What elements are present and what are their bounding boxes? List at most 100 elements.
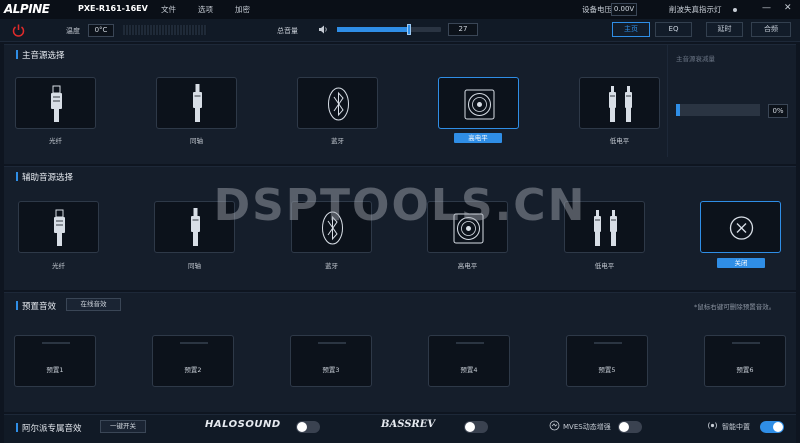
main-label-speaker[interactable]: 高电平	[454, 133, 502, 143]
temperature-label: 温度	[66, 27, 80, 35]
tab-eq[interactable]: EQ	[655, 22, 692, 37]
menu-file[interactable]: 文件	[161, 4, 176, 15]
preset-card[interactable]: 预置3	[290, 335, 372, 387]
main-label-bluetooth: 蓝牙	[331, 137, 344, 145]
presets-panel	[4, 292, 796, 412]
main-source-title: 主音源选择	[16, 50, 65, 61]
master-volume-slider[interactable]	[337, 24, 441, 35]
volume-knob[interactable]	[406, 24, 411, 35]
smart-center-toggle[interactable]	[760, 421, 784, 433]
preset-card[interactable]: 预置2	[152, 335, 234, 387]
device-voltage-label: 设备电压	[582, 5, 612, 14]
main-card-fiber-optic[interactable]	[15, 77, 96, 129]
tab-crossover[interactable]: 合频	[751, 22, 791, 37]
attenuation-slider[interactable]	[676, 104, 760, 116]
main-card-speaker[interactable]	[438, 77, 519, 129]
temperature-value: 0°C	[88, 24, 114, 37]
aux-card-fiber-optic[interactable]	[18, 201, 99, 253]
main-card-coaxial[interactable]	[156, 77, 237, 129]
close-button[interactable]: ✕	[784, 3, 792, 13]
aux-card-bluetooth[interactable]	[291, 201, 372, 253]
preset-indicator	[180, 342, 208, 344]
rca-icon	[594, 210, 617, 246]
preset-card[interactable]: 预置5	[566, 335, 648, 387]
main-card-rca[interactable]	[579, 77, 660, 129]
device-model: PXE-R161-16EV	[78, 4, 148, 13]
menu-options[interactable]: 选项	[198, 4, 213, 15]
mves-toggle[interactable]	[618, 421, 642, 433]
preset-card[interactable]: 预置1	[14, 335, 96, 387]
aux-card-speaker[interactable]	[427, 201, 508, 253]
attenuation-label: 主音源衰减量	[676, 55, 715, 63]
divider	[667, 45, 668, 157]
master-volume-label: 总音量	[277, 27, 298, 35]
clip-indicator-icon	[733, 8, 737, 12]
preset-indicator	[42, 342, 70, 344]
mves-icon	[549, 420, 560, 431]
bassrev-toggle[interactable]	[464, 421, 488, 433]
volume-fill	[337, 27, 409, 32]
coaxial-icon	[191, 208, 200, 246]
preset-card[interactable]: 预置4	[428, 335, 510, 387]
preset-label: 预置5	[598, 366, 616, 374]
menu-encrypt[interactable]: 加密	[235, 4, 250, 15]
coaxial-icon	[193, 84, 202, 122]
toggle-knob	[465, 422, 475, 432]
attenuation-knob[interactable]	[676, 104, 680, 116]
aux-label-coaxial: 同轴	[188, 262, 201, 270]
aux-label-fiber-optic: 光纤	[52, 262, 65, 270]
main-card-bluetooth[interactable]	[297, 77, 378, 129]
main-label-coaxial: 同轴	[190, 137, 203, 145]
alpine-effects-title: 阿尔派专属音效	[16, 423, 82, 434]
preset-indicator	[732, 342, 760, 344]
halosound-logo: HALOSOUND	[205, 419, 281, 430]
speaker-volume-icon[interactable]	[318, 24, 329, 35]
halosound-toggle[interactable]	[296, 421, 320, 433]
fiber-optic-icon	[51, 85, 62, 122]
bluetooth-icon	[328, 87, 349, 121]
preset-indicator	[456, 342, 484, 344]
preset-indicator	[594, 342, 622, 344]
aux-source-title: 辅助音源选择	[15, 172, 74, 183]
fiber-optic-icon	[54, 209, 65, 246]
aux-source-panel	[4, 166, 796, 290]
main-label-rca: 低电平	[609, 137, 630, 145]
tab-delay[interactable]: 延时	[706, 22, 743, 37]
presets-hint: *鼠标右键可删除预置音效。	[694, 303, 776, 311]
one-key-toggle-button[interactable]: 一键开关	[100, 420, 146, 433]
speaker-icon	[453, 213, 484, 244]
aux-label-bluetooth: 蓝牙	[325, 262, 338, 270]
aux-source-off[interactable]	[700, 201, 781, 253]
alpine-logo: ALPINE	[4, 2, 50, 16]
aux-label-rca: 低电平	[594, 262, 615, 270]
power-icon[interactable]	[11, 23, 26, 38]
device-voltage-value: 0.00V	[611, 3, 637, 16]
bluetooth-icon	[322, 211, 343, 245]
preset-label: 预置6	[736, 366, 754, 374]
preset-label: 预置2	[184, 366, 202, 374]
close-circle-icon	[729, 216, 754, 240]
rca-icon	[609, 86, 632, 122]
toggle-knob	[619, 422, 629, 432]
main-label-fiber-optic: 光纤	[49, 137, 62, 145]
bassrev-logo: BASSREV	[381, 419, 436, 430]
preset-label: 预置1	[46, 366, 64, 374]
preset-card[interactable]: 预置6	[704, 335, 786, 387]
temperature-meter	[123, 25, 207, 35]
aux-card-rca[interactable]	[564, 201, 645, 253]
toggle-knob	[773, 422, 783, 432]
mves-label: MVES动态增强	[563, 423, 611, 431]
presets-title: 预置音效	[15, 301, 57, 312]
speaker-icon	[464, 89, 495, 120]
online-effects-button[interactable]: 在线音效	[66, 298, 121, 311]
smart-center-label: 智能中置	[722, 423, 750, 431]
tab-home[interactable]: 主页	[612, 22, 650, 37]
minimize-button[interactable]: —	[762, 3, 771, 13]
toggle-knob	[297, 422, 307, 432]
aux-card-coaxial[interactable]	[154, 201, 235, 253]
preset-label: 预置3	[322, 366, 340, 374]
preset-indicator	[318, 342, 346, 344]
center-speaker-icon	[706, 420, 719, 431]
master-volume-value: 27	[448, 23, 478, 36]
aux-off-label[interactable]: 关闭	[717, 258, 765, 268]
